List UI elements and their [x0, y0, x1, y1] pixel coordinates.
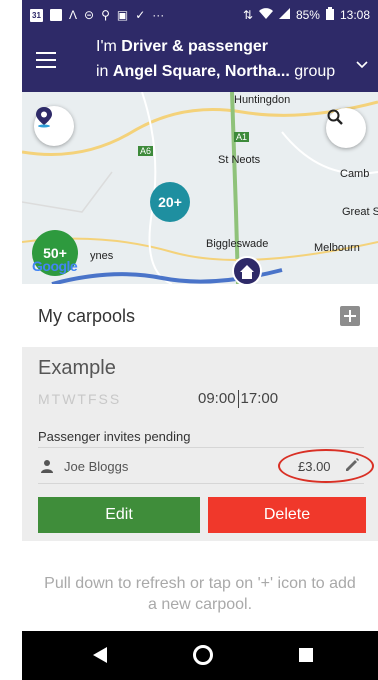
- google-logo-text: Google: [32, 258, 78, 274]
- divider: [38, 447, 364, 448]
- up-arrow-icon: Λ: [69, 8, 78, 22]
- clock-time: 13:08: [339, 8, 370, 22]
- place-milton-keynes: ynes: [90, 250, 114, 262]
- bulb-icon: ⚲: [101, 8, 110, 22]
- carpool-card[interactable]: Example MTWTFSS 09:00 17:00 Passenger inv…: [22, 347, 378, 541]
- passenger-name: Joe Bloggs: [64, 459, 129, 474]
- calendar-icon: 31: [30, 8, 43, 22]
- role-prefix: I'm: [96, 38, 122, 55]
- map-view[interactable]: Huntingdon St Neots Camb Great S Biggles…: [22, 92, 378, 284]
- home-icon[interactable]: [193, 645, 213, 665]
- image-icon: ▣: [116, 8, 129, 22]
- carpool-status: Passenger invites pending: [38, 429, 191, 444]
- place-cambridge: Camb: [340, 168, 370, 180]
- carpool-name: Example: [38, 357, 116, 379]
- square-icon: [50, 9, 62, 21]
- transfer-icon: ⇅: [242, 8, 253, 22]
- check-icon: ✓: [135, 8, 146, 22]
- place-biggleswade: Biggleswade: [206, 238, 269, 250]
- app-screen: 31 Λ ⊝ ⚲ ▣ ✓ ··· ⇅ 85% 13:08 I'm Driver …: [22, 0, 378, 680]
- signal-icon: [278, 8, 290, 22]
- price-highlight-circle: [278, 449, 374, 483]
- carpool-times: 09:00 17:00: [198, 390, 279, 409]
- return-time: 17:00: [240, 390, 279, 407]
- minus-circle-icon: ⊝: [84, 8, 95, 22]
- person-icon: [41, 460, 53, 473]
- divider: [38, 483, 364, 484]
- place-melbourn: Melbourn: [314, 242, 360, 254]
- carpool-days: MTWTFSS: [38, 391, 122, 407]
- battery-icon: [325, 7, 334, 23]
- place-st-neots: St Neots: [218, 154, 261, 166]
- cluster-20[interactable]: 20+: [150, 182, 190, 222]
- depart-time: 09:00: [198, 390, 236, 407]
- home-pin-icon[interactable]: [232, 256, 262, 284]
- place-huntingdon: Huntingdon: [234, 94, 291, 106]
- empty-hint: Pull down to refresh or tap on '+' icon …: [44, 575, 356, 613]
- place-great-s: Great S: [342, 206, 378, 218]
- search-icon: [327, 109, 343, 125]
- location-pin-icon: [36, 107, 52, 128]
- location-pin-button[interactable]: [34, 106, 74, 146]
- carpools-title: My carpools: [38, 306, 136, 326]
- group-suffix: group: [289, 63, 336, 80]
- edit-button[interactable]: Edit: [38, 497, 200, 533]
- road-a6: A6: [138, 146, 154, 156]
- chevron-down-icon[interactable]: [356, 58, 368, 70]
- back-icon[interactable]: [93, 647, 107, 663]
- recents-icon[interactable]: [299, 648, 313, 662]
- role-name: Driver & passenger: [121, 38, 269, 55]
- role-line[interactable]: I'm Driver & passenger: [96, 38, 268, 56]
- group-name: Angel Square, Northa...: [112, 63, 290, 80]
- status-bar: 31 Λ ⊝ ⚲ ▣ ✓ ··· ⇅ 85% 13:08: [22, 0, 378, 30]
- more-icon: ···: [152, 8, 165, 22]
- menu-icon[interactable]: [36, 52, 56, 68]
- map-search-button[interactable]: [326, 108, 366, 148]
- group-prefix: in: [96, 63, 113, 80]
- add-carpool-button[interactable]: [340, 306, 360, 326]
- delete-button[interactable]: Delete: [208, 497, 366, 533]
- time-separator: [237, 390, 239, 409]
- system-nav-bar: [22, 631, 378, 680]
- google-attribution: Google: [32, 258, 78, 274]
- battery-percent: 85%: [295, 8, 320, 22]
- group-line[interactable]: in Angel Square, Northa... group: [96, 63, 335, 81]
- wifi-icon: [258, 8, 273, 22]
- road-a1: A1: [234, 132, 250, 142]
- app-bar: I'm Driver & passenger in Angel Square, …: [22, 30, 378, 92]
